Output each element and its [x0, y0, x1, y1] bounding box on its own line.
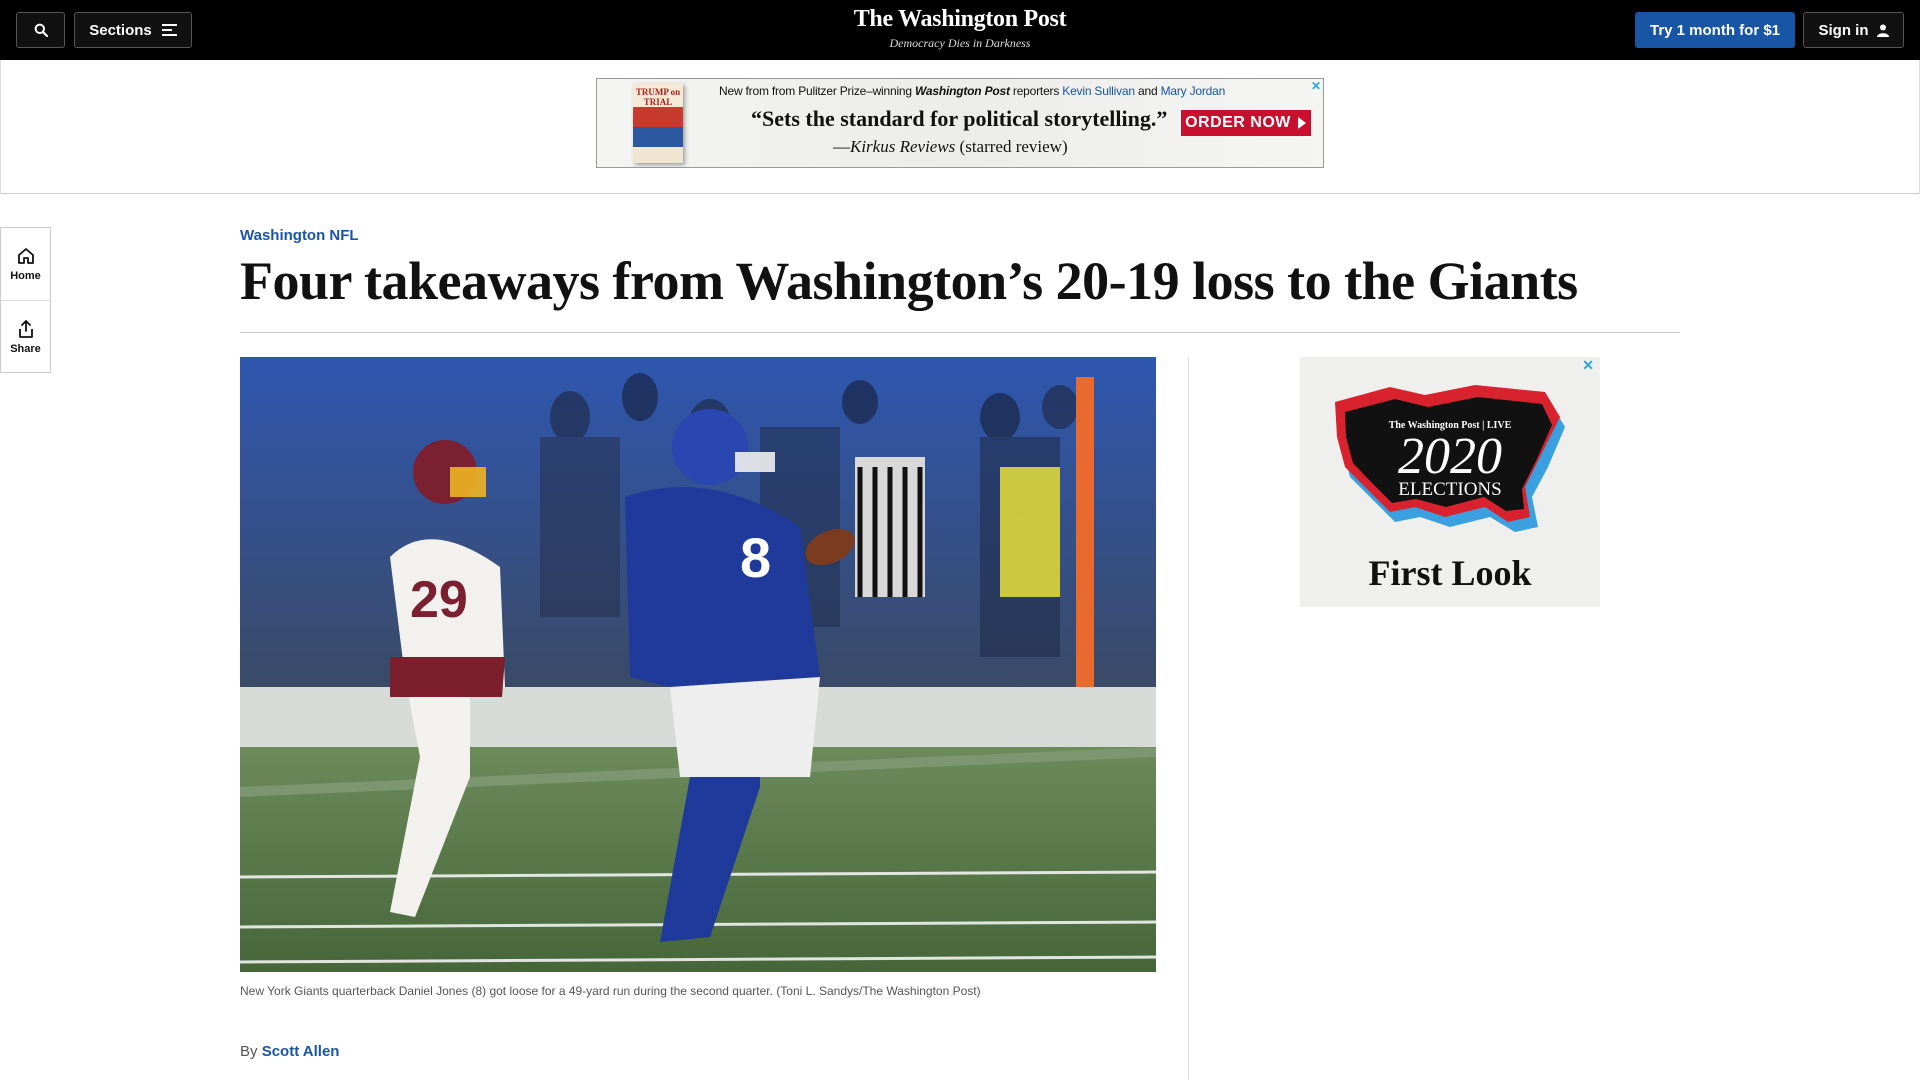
left-action-rail: Home Share	[0, 227, 51, 373]
side-ad-elections: ELECTIONS	[1398, 479, 1502, 500]
banner-quote: “Sets the standard for political storyte…	[751, 106, 1168, 131]
photo-caption: New York Giants quarterback Daniel Jones…	[240, 984, 981, 998]
banner-attrib-dash: —	[833, 137, 850, 156]
play-arrow-icon	[1297, 117, 1306, 129]
top-navigation-bar: Sections The Washington Post Democracy D…	[0, 0, 1920, 60]
subscribe-trial-button[interactable]: Try 1 month for $1	[1635, 12, 1795, 48]
logo-tagline: Democracy Dies in Darkness	[889, 36, 1031, 50]
rail-share-label: Share	[10, 342, 41, 355]
user-icon	[1876, 24, 1889, 37]
washington-jersey-number: 29	[410, 571, 468, 629]
side-ad-first-look: First Look	[1368, 553, 1532, 593]
banner-intro-mid: reporters	[1009, 84, 1063, 98]
article-byline: By Scott Allen	[240, 1043, 339, 1060]
book-cover-image: TRUMP on TRIAL	[633, 83, 683, 163]
order-now-button[interactable]: ORDER NOW	[1181, 110, 1311, 136]
sections-menu-button[interactable]: Sections	[74, 12, 192, 48]
rail-share-button[interactable]: Share	[1, 300, 50, 372]
headline-divider	[240, 332, 1680, 333]
banner-attribution: —Kirkus Reviews (starred review)	[833, 137, 1068, 157]
article-headline: Four takeaways from Washington’s 20-19 l…	[240, 251, 1578, 311]
byline-prefix: By	[240, 1043, 262, 1060]
book-banner-ad[interactable]: TRUMP on TRIAL New from from Pulitzer Pr…	[596, 78, 1324, 168]
banner-reporter-1: Kevin Sullivan	[1062, 84, 1135, 98]
home-icon	[17, 248, 34, 264]
football-photo-illustration: 29 8	[240, 357, 1156, 972]
sections-label: Sections	[89, 21, 152, 39]
sign-in-button[interactable]: Sign in	[1803, 12, 1904, 48]
elections-side-ad[interactable]: ✕ The Washington Post | LIVE 2020 ELECTI…	[1300, 357, 1600, 607]
sign-in-label: Sign in	[1818, 21, 1869, 39]
banner-paper-name: Washington Post	[915, 84, 1010, 98]
order-now-label: ORDER NOW	[1185, 114, 1291, 131]
author-link[interactable]: Scott Allen	[262, 1043, 340, 1060]
washington-post-logo[interactable]: The Washington Post Democracy Dies in Da…	[760, 6, 1160, 51]
banner-attrib-note: (starred review)	[955, 137, 1068, 156]
giants-jersey-number: 8	[740, 526, 771, 589]
banner-reporter-2: Mary Jordan	[1160, 84, 1226, 98]
side-ad-close-icon[interactable]: ✕	[1582, 357, 1594, 374]
search-icon	[34, 23, 48, 37]
banner-intro-and: and	[1134, 84, 1161, 98]
menu-lines-icon	[161, 24, 177, 36]
section-kicker-link[interactable]: Washington NFL	[240, 227, 359, 244]
search-button[interactable]	[16, 12, 65, 48]
ad-close-icon[interactable]: ✕	[1311, 79, 1321, 93]
banner-intro-prefix: New from from Pulitzer Prize–winning	[719, 84, 915, 98]
rail-home-button[interactable]: Home	[1, 228, 50, 300]
logo-title: The Washington Post	[853, 6, 1067, 32]
share-icon	[18, 319, 33, 338]
banner-intro: New from from Pulitzer Prize–winning Was…	[719, 84, 1225, 98]
banner-attrib-source: Kirkus Reviews	[850, 137, 956, 156]
rail-home-label: Home	[10, 270, 41, 282]
lead-photo[interactable]: 29 8	[240, 357, 1156, 972]
side-ad-year: 2020	[1398, 428, 1502, 485]
column-divider	[1188, 357, 1189, 1080]
